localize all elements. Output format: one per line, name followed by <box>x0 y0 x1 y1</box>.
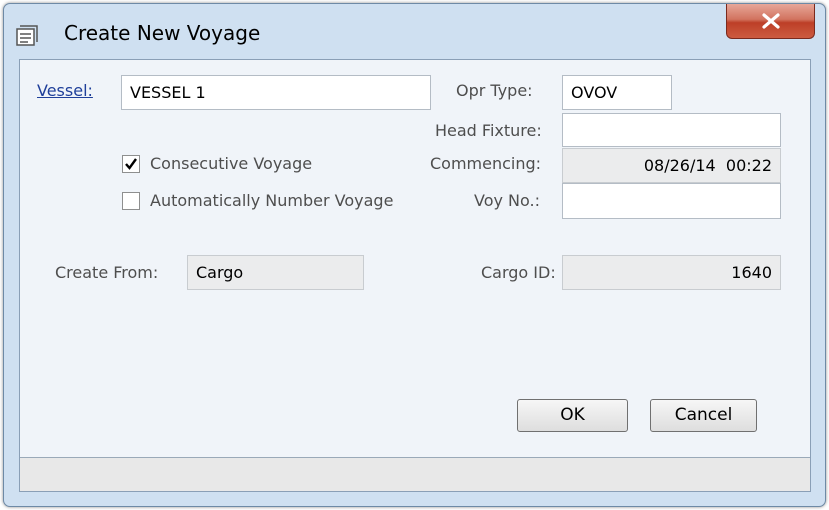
cargo-id-label: Cargo ID: <box>481 263 556 282</box>
consecutive-voyage-checkbox[interactable] <box>122 155 140 173</box>
opr-type-field[interactable]: OVOV <box>562 75 672 110</box>
dialog-body: Vessel: VESSEL 1 Opr Type: OVOV Head Fix… <box>19 59 811 492</box>
ok-button[interactable]: OK <box>517 399 628 432</box>
consecutive-voyage-label[interactable]: Consecutive Voyage <box>150 154 312 174</box>
dialog-window: Create New Voyage Vessel: VESSEL 1 Opr T… <box>3 3 826 507</box>
vessel-input[interactable]: VESSEL 1 <box>121 75 431 110</box>
voy-no-label: Voy No.: <box>474 191 540 210</box>
opr-type-label: Opr Type: <box>456 81 533 100</box>
create-from-field: Cargo <box>187 255 364 290</box>
commencing-label: Commencing: <box>430 154 542 173</box>
close-icon <box>762 13 780 29</box>
create-from-label: Create From: <box>55 263 159 282</box>
commencing-field: 08/26/14 00:22 <box>562 148 781 183</box>
title-bar[interactable]: Create New Voyage <box>4 4 825 62</box>
cancel-button[interactable]: Cancel <box>650 399 757 432</box>
head-fixture-input[interactable] <box>562 113 781 147</box>
checkmark-icon <box>125 158 137 170</box>
close-button[interactable] <box>726 4 815 39</box>
document-icon <box>14 24 42 48</box>
auto-number-voyage-label[interactable]: Automatically Number Voyage <box>150 191 393 211</box>
vessel-link[interactable]: Vessel: <box>37 81 93 101</box>
voy-no-input[interactable] <box>562 183 781 219</box>
head-fixture-label: Head Fixture: <box>435 121 542 140</box>
cargo-id-field: 1640 <box>562 255 781 290</box>
status-bar <box>20 457 810 491</box>
window-title: Create New Voyage <box>64 21 261 45</box>
auto-number-voyage-checkbox[interactable] <box>122 192 140 210</box>
